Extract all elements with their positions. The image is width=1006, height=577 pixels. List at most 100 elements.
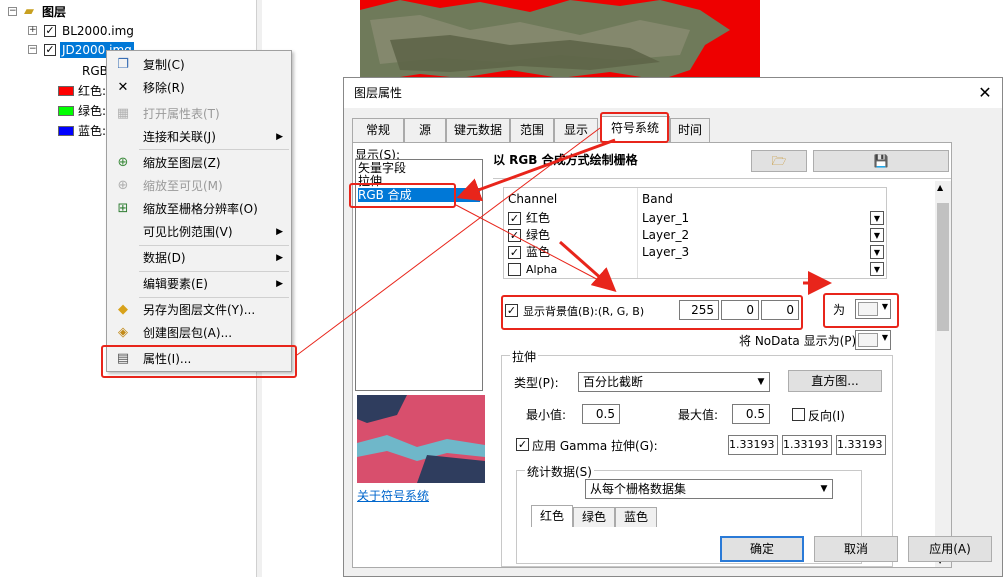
menu-item-label: 连接和关联(J)	[143, 130, 216, 144]
save-layer-button[interactable]: 💾	[813, 150, 949, 172]
tab-source[interactable]: 源	[404, 118, 446, 142]
panel-scrollbar[interactable]: ▲ ▼	[935, 181, 951, 567]
stretch-type-value: 百分比截断	[583, 375, 644, 389]
close-icon[interactable]: ✕	[974, 82, 996, 104]
band-value[interactable]: Layer_3	[642, 244, 689, 261]
chevron-down-icon[interactable]: ▼	[870, 245, 884, 259]
apply-button[interactable]: 应用(A)	[908, 536, 992, 562]
scrollbar-thumb[interactable]	[937, 203, 949, 331]
menu-item-copy[interactable]: ❐ 复制(C)	[107, 54, 291, 76]
band-value[interactable]: Layer_2	[642, 227, 689, 244]
map-view[interactable]	[360, 0, 760, 80]
dialog-title: 图层属性	[354, 86, 403, 100]
statistics-group: 统计数据(S) 从每个栅格数据集 ▼ 红色 绿色 蓝色	[516, 463, 862, 564]
band-value[interactable]: Layer_1	[642, 210, 689, 227]
stretch-type-select[interactable]: 百分比截断 ▼	[578, 372, 770, 392]
gamma-b-field[interactable]: 1.33193	[836, 435, 886, 455]
zoom-visible-icon: ⊕	[117, 178, 129, 193]
about-symbology-link[interactable]: 关于符号系统	[357, 487, 429, 504]
gamma-r-field[interactable]: 1.33193	[728, 435, 778, 455]
context-menu: ❐ 复制(C) ✕ 移除(R) ▦ 打开属性表(T) 连接和关联(J) ▶ ⊕ …	[106, 50, 292, 372]
highlight-symbology-tab	[600, 112, 669, 143]
band-swatch	[58, 126, 74, 136]
highlight-background-color	[823, 293, 899, 328]
min-value-field[interactable]: 0.5	[582, 404, 620, 424]
band-swatch	[58, 106, 74, 116]
tab-extent[interactable]: 范围	[510, 118, 554, 142]
menu-item-joins-relates[interactable]: 连接和关联(J) ▶	[107, 126, 291, 148]
nodata-color-picker[interactable]: ▼	[855, 330, 891, 350]
open-layer-button[interactable]: 🗁	[751, 150, 807, 172]
chevron-down-icon[interactable]: ▼	[870, 228, 884, 242]
menu-item-label: 编辑要素(E)	[143, 277, 208, 291]
folder-open-icon: 🗁	[771, 154, 787, 168]
submenu-arrow-icon: ▶	[276, 132, 283, 142]
highlight-rgb-composite	[349, 183, 456, 208]
color-swatch-icon	[858, 333, 878, 347]
stats-tab-green[interactable]: 绿色	[573, 507, 615, 527]
highlight-properties	[101, 345, 297, 378]
scroll-up-icon[interactable]: ▲	[937, 183, 943, 192]
channel-label: 红色	[526, 211, 551, 225]
layer-visibility-checkbox[interactable]: ✓	[44, 25, 56, 37]
submenu-arrow-icon: ▶	[276, 253, 283, 263]
save-icon: 💾	[873, 154, 889, 168]
cancel-button[interactable]: 取消	[814, 536, 898, 562]
remove-icon: ✕	[117, 80, 129, 95]
menu-item-save-as-layer-file[interactable]: ◆ 另存为图层文件(Y)...	[107, 299, 291, 321]
stats-tab-blue[interactable]: 蓝色	[615, 507, 657, 527]
collapse-icon[interactable]: −	[8, 7, 17, 16]
stretch-type-label: 类型(P):	[514, 376, 559, 390]
layer-package-icon: ◈	[118, 325, 128, 340]
grid-header-channel: Channel	[508, 192, 558, 206]
menu-item-open-attribute-table[interactable]: ▦ 打开属性表(T)	[107, 103, 291, 125]
statistics-select[interactable]: 从每个栅格数据集 ▼	[585, 479, 833, 499]
menu-item-create-layer-package[interactable]: ◈ 创建图层包(A)...	[107, 322, 291, 344]
menu-item-zoom-to-visible[interactable]: ⊕ 缩放至可见(M)	[107, 175, 291, 197]
statistics-value: 从每个栅格数据集	[590, 482, 687, 496]
menu-item-remove[interactable]: ✕ 移除(R)	[107, 77, 291, 99]
tab-display[interactable]: 显示	[554, 118, 598, 142]
highlight-background-value	[501, 295, 803, 330]
channel-checkbox[interactable]	[508, 263, 521, 276]
band-label: 蓝色:	[78, 124, 107, 138]
invert-checkbox[interactable]	[792, 408, 805, 421]
menu-item-visible-scale-range[interactable]: 可见比例范围(V) ▶	[107, 221, 291, 243]
layer-visibility-checkbox[interactable]: ✓	[44, 44, 56, 56]
stats-tab-red[interactable]: 红色	[531, 505, 573, 527]
tab-key-metadata[interactable]: 键元数据	[446, 118, 510, 142]
tab-time[interactable]: 时间	[670, 118, 710, 142]
histogram-button[interactable]: 直方图...	[788, 370, 882, 392]
menu-item-label: 复制(C)	[143, 58, 185, 72]
menu-item-zoom-to-layer[interactable]: ⊕ 缩放至图层(Z)	[107, 152, 291, 174]
band-swatch	[58, 86, 74, 96]
menu-separator	[139, 245, 289, 246]
preview-thumbnail	[357, 395, 485, 483]
min-value-label: 最小值:	[526, 408, 567, 422]
tab-general[interactable]: 常规	[352, 118, 404, 142]
channel-checkbox[interactable]: ✓	[508, 212, 521, 225]
band-label: 绿色:	[78, 104, 107, 118]
menu-item-label: 缩放至可见(M)	[143, 179, 223, 193]
gamma-g-field[interactable]: 1.33193	[782, 435, 832, 455]
gamma-checkbox[interactable]: ✓	[516, 438, 529, 451]
renderer-heading: 以 RGB 合成方式绘制栅格	[493, 153, 638, 167]
chevron-down-icon: ▼	[881, 333, 888, 342]
menu-item-data[interactable]: 数据(D) ▶	[107, 247, 291, 269]
max-value-field[interactable]: 0.5	[732, 404, 770, 424]
channel-checkbox[interactable]: ✓	[508, 246, 521, 259]
dialog-titlebar[interactable]: 图层属性 ✕	[344, 78, 1002, 108]
menu-item-label: 移除(R)	[143, 81, 185, 95]
chevron-down-icon[interactable]: ▼	[870, 262, 884, 276]
nodata-label: 将 NoData 显示为(P)	[739, 334, 857, 348]
collapse-icon[interactable]: −	[28, 45, 37, 54]
menu-item-zoom-to-raster-resolution[interactable]: ⊞ 缩放至栅格分辨率(O)	[107, 198, 291, 220]
channel-row-green: ✓ 绿色 Layer_2 ▼	[504, 227, 886, 244]
menu-item-edit-features[interactable]: 编辑要素(E) ▶	[107, 273, 291, 295]
channel-checkbox[interactable]: ✓	[508, 229, 521, 242]
ok-button[interactable]: 确定	[720, 536, 804, 562]
menu-item-label: 可见比例范围(V)	[143, 225, 233, 239]
chevron-down-icon: ▼	[816, 480, 832, 498]
expand-icon[interactable]: +	[28, 26, 37, 35]
chevron-down-icon[interactable]: ▼	[870, 211, 884, 225]
